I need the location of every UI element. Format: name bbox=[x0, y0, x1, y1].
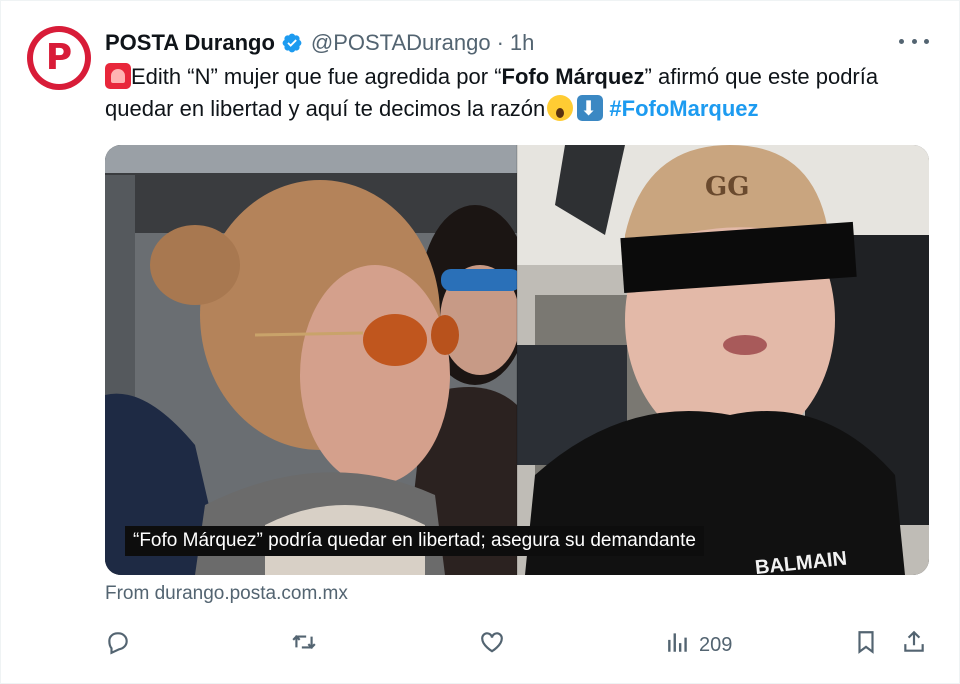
views-count: 209 bbox=[699, 633, 733, 656]
bookmark-button[interactable] bbox=[853, 627, 879, 663]
screaming-face-emoji bbox=[547, 95, 574, 121]
header-separator: · bbox=[496, 30, 504, 55]
media-image[interactable]: GG BALMAIN bbox=[105, 145, 929, 575]
share-button[interactable] bbox=[901, 627, 927, 663]
share-icon bbox=[901, 629, 927, 661]
avatar-letter: P bbox=[45, 37, 73, 78]
views-button[interactable]: 209 bbox=[665, 627, 732, 663]
retweet-icon bbox=[291, 629, 317, 661]
reply-button[interactable] bbox=[105, 627, 131, 663]
tweet-text-bold: Fofo Márquez bbox=[501, 64, 645, 89]
like-button[interactable] bbox=[479, 627, 505, 663]
source-link[interactable]: From durango.posta.com.mx bbox=[105, 583, 348, 605]
reply-icon bbox=[105, 629, 131, 661]
author-handle[interactable]: @POSTADurango bbox=[311, 30, 491, 56]
bookmark-icon bbox=[853, 629, 879, 661]
tweet-card[interactable]: P POSTA Durango @POSTADurango · 1h Edith… bbox=[0, 0, 960, 684]
verified-badge-icon bbox=[281, 32, 303, 54]
more-icon[interactable] bbox=[899, 31, 929, 51]
police-light-emoji bbox=[105, 63, 131, 89]
tweet-header: POSTA Durango @POSTADurango · 1h bbox=[105, 29, 534, 57]
down-arrow-emoji bbox=[577, 95, 604, 121]
tweet-time[interactable]: 1h bbox=[510, 30, 534, 56]
tweet-text: Edith “N” mujer que fue agredida por “Fo… bbox=[105, 61, 925, 125]
author-name[interactable]: POSTA Durango bbox=[105, 30, 275, 56]
svg-text:GG: GG bbox=[705, 172, 749, 202]
avatar[interactable]: P bbox=[27, 26, 91, 90]
media-caption: “Fofo Márquez” podría quedar en libertad… bbox=[125, 526, 704, 556]
hashtag-link[interactable]: #FofoMarquez bbox=[609, 96, 758, 121]
tweet-text-part1: Edith “N” mujer que fue agredida por “ bbox=[131, 64, 502, 89]
like-icon bbox=[479, 629, 505, 661]
retweet-button[interactable] bbox=[291, 627, 317, 663]
action-bar: 209 bbox=[105, 627, 931, 663]
views-icon bbox=[665, 629, 691, 661]
